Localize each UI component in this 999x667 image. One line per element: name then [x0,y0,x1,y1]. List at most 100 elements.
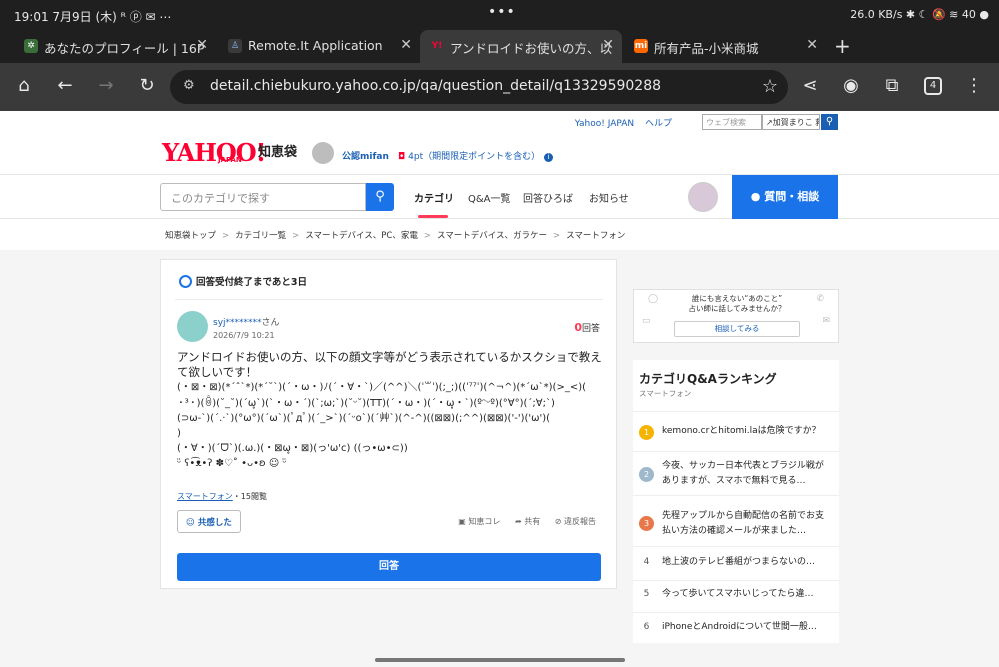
status-bar: 19:01 7月9日 (木) ᴿ ⓟ ✉ ⋯ ••• 26.0 KB/s ✱ ☾… [0,0,999,30]
rank-number: 5 [643,589,650,599]
close-icon[interactable]: ✕ [400,37,412,53]
ranking-item-text[interactable]: 今夜、サッカー日本代表とブラジル戦がありますが、スマホで無料で見る… [662,459,832,489]
reload-icon[interactable]: ↻ [135,75,159,96]
window-dots[interactable]: ••• [488,4,516,20]
category-search-input[interactable]: このカテゴリで探す [160,183,366,211]
tab-qa-list[interactable]: Q&A一覧 [468,190,511,205]
ranking-item[interactable]: 2 今夜、サッカー日本代表とブラジル戦がありますが、スマホで無料で見る… [633,451,839,495]
rank-number: 1 [639,425,654,440]
ranking-item-text[interactable]: iPhoneとAndroidについて世間一般… [662,620,832,635]
answer-button[interactable]: 回答 [177,553,601,581]
ranking-item[interactable]: 5 今って歩いてスマホいじってたら違… [633,580,839,610]
chiecolle-button[interactable]: ▣ 知恵コレ [458,517,500,526]
fortune-ad[interactable]: ◯ ✆ ▭ ✉ 誰にも言えない“あのこと” 占い師に話してみませんか？ 相談してみ… [633,289,839,343]
breadcrumb: 知恵袋トップ > カテゴリ一覧 > スマートデバイス、PC、家電 > スマートデバイス、ガラ… [165,231,626,241]
empathy-button[interactable]: ☺ 共感した [177,510,241,533]
avatar[interactable] [177,311,208,342]
kaomoji-line: (・∀・)(ˊᗜˋ)(.ω.)(・⊠ω̥・⊠)(っ'ω'c) ((っ•ω•⊂)) [177,443,408,455]
points-display[interactable]: ◘ 4pt（期間限定ポイントを含む） i [398,149,554,162]
rank-number: 4 [643,557,650,567]
divider [175,299,603,300]
ad-text: 誰にも言えない“あのこと” 占い師に話してみませんか？ [688,294,786,313]
active-tab-indicator [418,215,448,218]
consult-button[interactable]: 相談してみる [674,321,800,337]
browser-toolbar: ⌂ ← → ↻ ⚙ detail.chiebukuro.yahoo.co.jp/… [0,63,999,111]
trend-search-input[interactable]: ↗加賀まりこ 救… [762,114,820,130]
tab-16p-profile[interactable]: ✲ あなたのプロフィール | 16P ✕ [14,30,216,63]
tab-notices[interactable]: お知らせ [589,190,629,205]
menu-icon[interactable]: ⋮ [962,75,986,96]
ranking-item-text[interactable]: 先程アップルから自動配信の名前でお支払い方法の確認メールが来ました… [662,509,832,539]
bookmark-star-icon[interactable]: ☆ [762,76,778,97]
kaomoji-line: ) [177,428,181,440]
tab-strip: ✲ あなたのプロフィール | 16P ✕ ♙ Remote.It Applica… [0,30,999,63]
rank-number: 3 [639,516,654,531]
share-icon[interactable]: ⋖ [798,75,822,96]
avatar[interactable] [688,182,718,212]
kaomoji-line: ᵕ̈ ʕ•͡ᴥ•ʔ ✽♡˚ •ᴗ•ʚ ☺ ᵕ̈ [177,458,287,470]
new-tab-button[interactable]: + [834,34,851,58]
tab-category[interactable]: カテゴリ [414,190,454,205]
report-button[interactable]: ⊘ 違反報告 [555,517,596,526]
video-icon: ▭ [642,316,651,326]
home-indicator[interactable] [375,658,625,662]
ranking-item-text[interactable]: 今って歩いてスマホいじってたら違… [662,587,832,602]
home-icon[interactable]: ⌂ [12,75,36,96]
user-name-link[interactable]: 公認mifan [342,149,389,162]
account-icon[interactable]: ◉ [839,75,863,96]
share-button[interactable]: ➦ 共有 [515,517,540,526]
tab-favicon-icon: mi [634,39,648,53]
close-icon[interactable]: ✕ [196,37,208,53]
forward-icon[interactable]: → [94,75,118,96]
yahoo-logo-sub: JAPAN [218,156,242,164]
breadcrumb-item[interactable]: スマートデバイス、PC、家電 [305,231,418,241]
tab-xiaomi[interactable]: mi 所有产品-小米商城 ✕ [624,30,826,63]
status-time-date: 19:01 7月9日 (木) ᴿ ⓟ ✉ ⋯ [14,10,172,24]
ranking-item-text[interactable]: 地上波のテレビ番組がつまらないの… [662,555,832,570]
close-icon[interactable]: ✕ [806,37,818,53]
site-settings-icon[interactable]: ⚙ [183,78,195,93]
question-date: 2026/7/9 10:21 [213,331,275,340]
ranking-panel: カテゴリQ&Aランキング スマートフォン 1 kemono.crとhitomi.… [633,360,839,643]
web-search-input[interactable]: ウェブ検索 [702,114,762,130]
info-icon[interactable]: i [544,153,554,162]
help-link[interactable]: ヘルプ [645,119,672,129]
address-bar[interactable]: ⚙ detail.chiebukuro.yahoo.co.jp/qa/quest… [170,70,788,104]
category-link[interactable]: スマートフォン [177,492,233,501]
url-text[interactable]: detail.chiebukuro.yahoo.co.jp/qa/questio… [210,78,661,94]
category-nav: このカテゴリで探す ⚲ カテゴリ Q&A一覧 回答ひろば お知らせ ● 質問・相… [0,174,999,219]
tab-remoteit[interactable]: ♙ Remote.It Application ✕ [218,30,420,63]
status-icons: 26.0 KB/s ✱ ☾ 🔕 ≋ 40 ● [850,8,989,21]
breadcrumb-item[interactable]: スマートデバイス、ガラケー [437,231,547,241]
chiebukuro-logo[interactable]: 知恵袋 [258,141,297,160]
kaomoji-line: (・⊠・⊠)(*´ˆ`*)(*´˘`)(´・ω・)ﾉ(´・∀・`)／(^^)＼(… [177,382,586,394]
tab-favicon-icon: ✲ [24,39,38,53]
yahoo-logo[interactable]: YAHOO! [162,138,266,167]
tab-favicon-icon: ♙ [228,39,242,53]
ask-question-button[interactable]: ● 質問・相談 [732,175,838,219]
search-icon[interactable]: ⚲ [366,183,394,211]
top-links: Yahoo! JAPAN ヘルプ [567,116,672,129]
tab-count-button[interactable]: 4 [924,77,942,95]
breadcrumb-item[interactable]: スマートフォン [566,231,625,241]
close-icon[interactable]: ✕ [602,37,614,53]
ranking-item[interactable]: 6 iPhoneとAndroidについて世間一般… [633,612,839,642]
rank-number: 2 [639,467,654,482]
ranking-item[interactable]: 4 地上波のテレビ番組がつまらないの… [633,546,839,576]
web-search-button[interactable]: ⚲ [821,114,838,130]
ranking-item-text[interactable]: kemono.crとhitomi.laは危険ですか？ [662,424,832,439]
extensions-icon[interactable]: ⧉ [880,75,904,96]
back-icon[interactable]: ← [53,75,77,96]
avatar[interactable] [312,142,334,164]
question-author[interactable]: syj********さん [213,315,280,328]
mail-icon: ✉ [822,316,830,326]
ranking-subtitle: スマートフォン [639,389,692,398]
breadcrumb-item[interactable]: 知恵袋トップ [165,231,216,241]
tab-chiebukuro[interactable]: Y! アンドロイドお使いの方、以 ✕ [420,30,622,63]
yahoo-japan-link[interactable]: Yahoo! JAPAN [575,119,634,129]
yahoo-top-bar: Yahoo! JAPAN ヘルプ ウェブ検索 ↗加賀まりこ 救… ⚲ [160,113,840,133]
ranking-item[interactable]: 1 kemono.crとhitomi.laは危険ですか？ [633,411,839,451]
tab-answer-plaza[interactable]: 回答ひろば [523,190,573,205]
ranking-item[interactable]: 3 先程アップルから自動配信の名前でお支払い方法の確認メールが来ました… [633,495,839,546]
breadcrumb-item[interactable]: カテゴリ一覧 [235,231,286,241]
